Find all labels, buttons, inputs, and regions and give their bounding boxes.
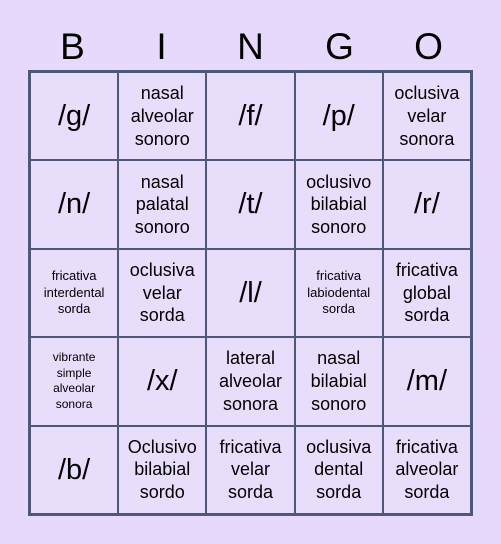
bingo-cell[interactable]: fricativa global sorda xyxy=(383,249,470,337)
bingo-card: B I N G O /g/ nasal alveolar sonoro /f/ … xyxy=(0,0,501,544)
bingo-cell-label: /t/ xyxy=(238,188,263,221)
bingo-cell[interactable]: nasal palatal sonoro xyxy=(119,161,206,248)
bingo-cell[interactable]: /b/ xyxy=(31,426,118,513)
bingo-cell-label: nasal alveolar sonoro xyxy=(130,83,194,149)
bingo-cell-label: vibrante simple alveolar sonora xyxy=(52,349,96,412)
bingo-cell-label: /b/ xyxy=(57,453,91,486)
bingo-header-row: B I N G O xyxy=(28,22,473,70)
bingo-cell-label: /m/ xyxy=(406,365,448,398)
bingo-cell-label: /r/ xyxy=(414,188,440,221)
bingo-cell-label: fricativa global sorda xyxy=(395,259,458,326)
bingo-cell-label: fricativa interdental sorda xyxy=(43,267,105,317)
bingo-cell-label: fricativa labiodental sorda xyxy=(307,267,371,317)
bingo-cell-label: lateral alveolar sonora xyxy=(218,348,283,414)
bingo-cell[interactable]: oclusiva velar sonora xyxy=(383,73,470,160)
bingo-cell[interactable]: /t/ xyxy=(207,161,294,248)
bingo-cell[interactable]: vibrante simple alveolar sonora xyxy=(31,338,118,425)
bingo-cell[interactable]: /m/ xyxy=(383,338,470,425)
bingo-cell[interactable]: /l/ xyxy=(207,249,294,337)
bingo-header-letter-b: B xyxy=(60,25,85,67)
bingo-cell-label: fricativa alveolar sorda xyxy=(395,436,459,503)
bingo-cell-label: /g/ xyxy=(57,99,91,132)
bingo-cell[interactable]: Oclusivo bilabial sordo xyxy=(119,426,206,513)
bingo-cell[interactable]: lateral alveolar sonora xyxy=(207,338,294,425)
bingo-cell-label: oclusivo bilabial sonoro xyxy=(306,171,372,237)
bingo-cell[interactable]: /p/ xyxy=(295,73,382,160)
bingo-cell[interactable]: /g/ xyxy=(31,73,118,160)
bingo-cell[interactable]: fricativa alveolar sorda xyxy=(383,426,470,513)
bingo-header-letter-o: O xyxy=(414,25,443,67)
bingo-cell-label: /n/ xyxy=(57,188,91,221)
bingo-cell[interactable]: /n/ xyxy=(31,161,118,248)
bingo-cell[interactable]: nasal bilabial sonoro xyxy=(295,338,382,425)
bingo-cell[interactable]: oclusiva velar sorda xyxy=(119,249,206,337)
bingo-header-letter-n: N xyxy=(237,25,264,67)
bingo-cell-label: /f/ xyxy=(238,99,263,132)
bingo-cell[interactable]: fricativa labiodental sorda xyxy=(295,249,382,337)
bingo-header-letter-i: I xyxy=(156,25,167,67)
bingo-cell-label: oclusiva velar sorda xyxy=(129,259,195,326)
bingo-cell[interactable]: fricativa interdental sorda xyxy=(31,249,118,337)
bingo-cell-label: fricativa velar sorda xyxy=(219,436,282,503)
bingo-cell[interactable]: fricativa velar sorda xyxy=(207,426,294,513)
bingo-cell-label: /x/ xyxy=(146,365,178,398)
bingo-cell[interactable]: /r/ xyxy=(383,161,470,248)
bingo-cell-label: nasal palatal sonoro xyxy=(134,171,190,237)
bingo-cell-label: /l/ xyxy=(239,276,262,309)
bingo-cell[interactable]: /x/ xyxy=(119,338,206,425)
bingo-cell-label: oclusiva dental sorda xyxy=(306,436,372,503)
bingo-header-letter-g: G xyxy=(325,25,354,67)
bingo-cell[interactable]: /f/ xyxy=(207,73,294,160)
bingo-cell-label: nasal bilabial sonoro xyxy=(310,348,367,414)
bingo-cell[interactable]: nasal alveolar sonoro xyxy=(119,73,206,160)
bingo-cell-label: Oclusivo bilabial sordo xyxy=(127,436,197,503)
bingo-cell[interactable]: oclusivo bilabial sonoro xyxy=(295,161,382,248)
bingo-cell[interactable]: oclusiva dental sorda xyxy=(295,426,382,513)
bingo-grid: /g/ nasal alveolar sonoro /f/ /p/ oclusi… xyxy=(28,70,473,516)
bingo-cell-label: /p/ xyxy=(322,99,355,132)
bingo-cell-label: oclusiva velar sonora xyxy=(394,83,460,149)
